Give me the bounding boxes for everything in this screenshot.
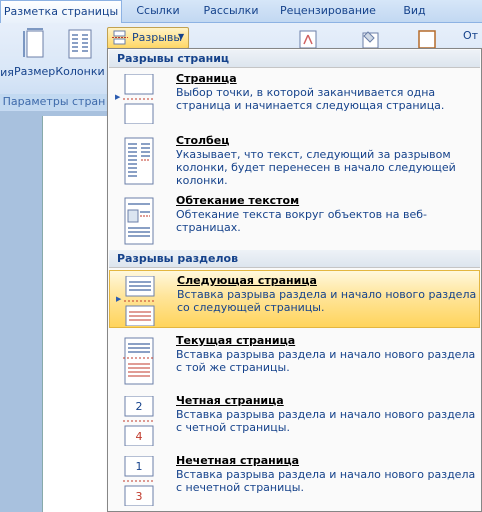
text-wrapping-icon	[124, 197, 154, 245]
badge-bottom: 4	[136, 430, 143, 443]
menu-item-title: Текущая страница	[176, 334, 296, 347]
menu-item-continuous[interactable]: Текущая страница Вставка разрыва раздела…	[109, 331, 480, 389]
menu-item-description: Вставка разрыва раздела и начало нового …	[176, 348, 476, 374]
menu-item-title: Нечетная страница	[176, 454, 300, 467]
page-size-icon	[23, 28, 44, 58]
even-page-section-icon: 2 4	[123, 396, 155, 446]
tab-view[interactable]: Вид	[392, 0, 437, 22]
tab-review[interactable]: Рецензирование	[278, 0, 378, 22]
size-button[interactable]: Размер	[14, 28, 56, 78]
page-break-icon	[123, 74, 155, 124]
menu-item-description: Обтекание текста вокруг объектов на веб-…	[176, 208, 427, 234]
page-color-icon[interactable]	[360, 30, 382, 48]
menu-item-text-wrapping[interactable]: Обтекание текстом Обтекание текста вокру…	[109, 191, 480, 249]
columns-button[interactable]: Колонки	[55, 28, 105, 78]
column-break-icon	[124, 137, 154, 185]
menu-item-description: Вставка разрыва раздела и начало нового …	[176, 408, 476, 434]
menu-item-description: Вставка разрыва раздела и начало нового …	[176, 468, 476, 494]
breaks-icon	[112, 30, 128, 45]
menu-item-even-page[interactable]: 2 4 Четная страница Вставка разрыва разд…	[109, 391, 480, 449]
watermark-icon[interactable]	[298, 30, 320, 48]
size-label: Размер	[14, 65, 56, 78]
ribbon-tab-strip: Разметка страницы Ссылки Рассылки Реценз…	[0, 0, 482, 23]
menu-item-title: Страница	[176, 72, 237, 85]
tab-references[interactable]: Ссылки	[128, 0, 188, 22]
indent-label: От	[463, 29, 479, 42]
menu-item-description: Выбор точки, в которой заканчивается одн…	[176, 86, 445, 112]
section-breaks-header: Разрывы разделов	[109, 250, 480, 268]
breaks-menu: Разрывы страниц ▶ Страница Выбор точки, …	[107, 48, 482, 512]
breaks-button[interactable]: Разрывы ▼	[107, 27, 189, 49]
menu-item-next-page[interactable]: ▶ Следующая страница Вставка разрыва раз…	[109, 270, 480, 328]
menu-item-title: Обтекание текстом	[176, 194, 300, 207]
menu-item-title: Столбец	[176, 134, 230, 147]
columns-label: Колонки	[55, 65, 105, 78]
orientation-label: ия	[0, 66, 14, 79]
odd-page-section-icon: 1 3	[123, 456, 155, 506]
continuous-section-icon	[123, 337, 155, 385]
columns-icon	[68, 29, 92, 59]
page-breaks-header: Разрывы страниц	[109, 50, 480, 68]
menu-item-description: Вставка разрыва раздела и начало нового …	[177, 288, 477, 314]
menu-item-page-break[interactable]: ▶ Страница Выбор точки, в которой заканч…	[109, 69, 480, 127]
badge-top: 2	[136, 400, 143, 413]
menu-item-odd-page[interactable]: 1 3 Нечетная страница Вставка разрыва ра…	[109, 451, 480, 509]
next-page-section-icon	[124, 276, 156, 326]
badge-bottom: 3	[136, 490, 143, 503]
page-setup-group-label[interactable]: Параметры стран	[0, 94, 108, 110]
badge-top: 1	[136, 460, 143, 473]
page-borders-icon[interactable]	[416, 30, 438, 48]
tab-page-layout[interactable]: Разметка страницы	[0, 0, 122, 23]
breaks-label: Разрывы	[132, 31, 183, 44]
orientation-button[interactable]: ия	[0, 66, 14, 79]
menu-item-column-break[interactable]: Столбец Указывает, что текст, следующий …	[109, 131, 480, 189]
menu-item-title: Четная страница	[176, 394, 284, 407]
chevron-down-icon: ▼	[178, 32, 185, 41]
tab-mailings[interactable]: Рассылки	[196, 0, 266, 22]
menu-item-description: Указывает, что текст, следующий за разры…	[176, 148, 456, 187]
menu-item-title: Следующая страница	[177, 274, 317, 287]
